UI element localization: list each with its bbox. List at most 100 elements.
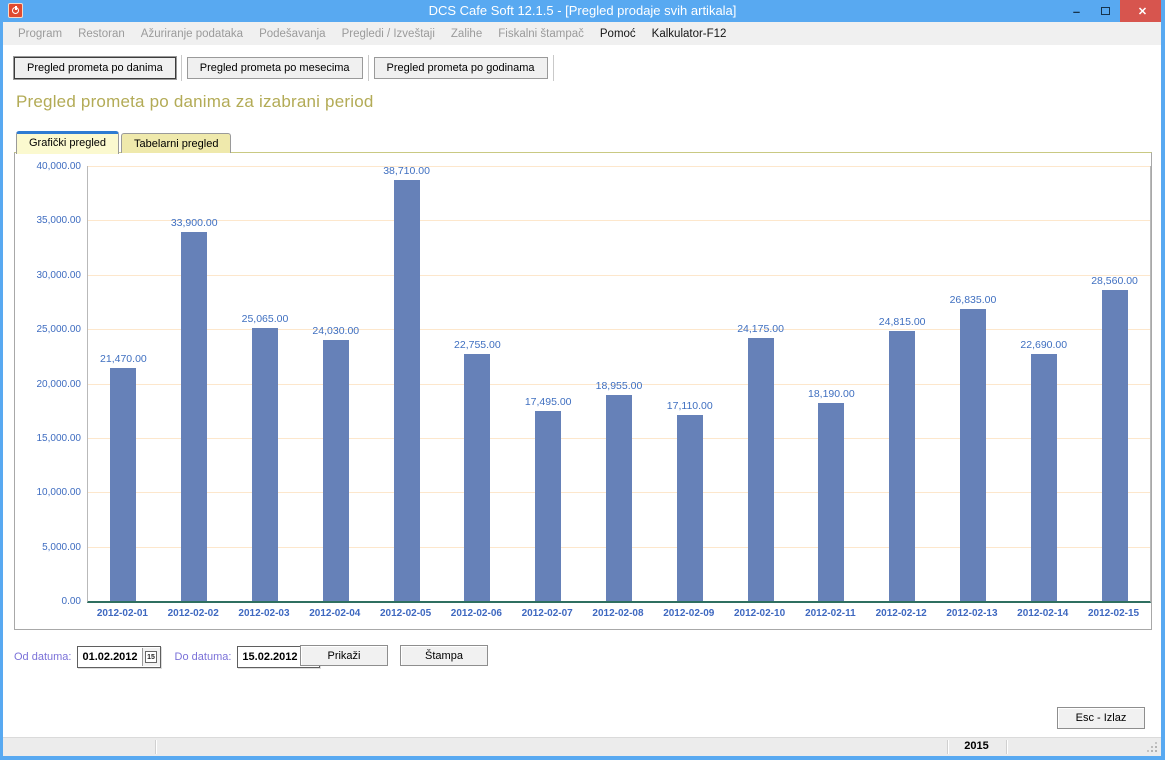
bar-value-label: 33,900.00: [171, 217, 218, 229]
chart-bar: [818, 403, 844, 601]
chart-bar-cell: 17,495.00: [513, 166, 584, 601]
y-axis-tick-label: 15,000.00: [15, 433, 81, 444]
y-axis-tick-label: 0.00: [15, 596, 81, 607]
report-toolbar: Pregled prometa po danima Pregled prometa…: [14, 55, 559, 81]
chart-bar: [1031, 354, 1057, 601]
x-axis-tick-label: 2012-02-12: [866, 608, 937, 619]
menu-item-zalihe: Zalihe: [443, 28, 490, 40]
chart-plot-area: 21,470.00 33,900.00 25,065.00 24,030.00 38,7…: [87, 166, 1151, 603]
chart-bar-cell: 38,710.00: [371, 166, 442, 601]
chart-bar-cell: 33,900.00: [159, 166, 230, 601]
bar-value-label: 17,110.00: [667, 400, 713, 412]
y-axis-tick-label: 25,000.00: [15, 324, 81, 335]
bar-value-label: 17,495.00: [525, 396, 572, 408]
page-title: Pregled prometa po danima za izabrani pe…: [16, 92, 374, 112]
x-axis: 2012-02-012012-02-022012-02-032012-02-04…: [87, 608, 1149, 619]
x-axis-tick-label: 2012-02-11: [795, 608, 866, 619]
menu-item-restoran: Restoran: [70, 28, 133, 40]
minimize-button[interactable]: –: [1062, 0, 1091, 26]
y-axis-tick-label: 30,000.00: [15, 270, 81, 281]
chart-bar: [535, 411, 561, 601]
bar-value-label: 25,065.00: [242, 313, 289, 325]
chart-bar: [252, 328, 278, 601]
chart-container: 40,000.0035,000.0030,000.0025,000.0020,0…: [14, 152, 1152, 630]
chart-bar: [181, 232, 207, 601]
chart-bar-cell: 24,815.00: [867, 166, 938, 601]
app-window: DCS Cafe Soft 12.1.5 - [Pregled prodaje …: [0, 0, 1165, 760]
chart-bar-cell: 24,175.00: [725, 166, 796, 601]
statusbar-divider: [1006, 740, 1007, 754]
to-date-value[interactable]: 15.02.2012: [238, 651, 301, 663]
chart-bar: [110, 368, 136, 601]
toolbar-separator: [368, 55, 369, 81]
bar-value-label: 22,690.00: [1020, 339, 1067, 351]
bar-value-label: 22,755.00: [454, 339, 501, 351]
menu-bar: ProgramRestoranAžuriranje podatakaPodeša…: [0, 22, 1165, 45]
bar-value-label: 28,560.00: [1091, 275, 1138, 287]
status-bar: 2015: [0, 737, 1165, 756]
bar-value-label: 24,030.00: [312, 325, 359, 337]
toolbar-button-pregled-prometa-po-mesecima[interactable]: Pregled prometa po mesecima: [187, 57, 363, 79]
window-border: [0, 756, 1165, 760]
toolbar-button-pregled-prometa-po-godinama[interactable]: Pregled prometa po godinama: [374, 57, 548, 79]
chart-bar: [960, 309, 986, 601]
bar-value-label: 21,470.00: [100, 353, 147, 365]
titlebar: DCS Cafe Soft 12.1.5 - [Pregled prodaje …: [0, 0, 1165, 22]
x-axis-tick-label: 2012-02-13: [937, 608, 1008, 619]
x-axis-tick-label: 2012-02-15: [1078, 608, 1149, 619]
x-axis-tick-label: 2012-02-03: [229, 608, 300, 619]
show-button[interactable]: Prikaži: [300, 645, 388, 666]
chart-bar-cell: 24,030.00: [300, 166, 371, 601]
bar-value-label: 26,835.00: [950, 294, 997, 306]
bar-value-label: 18,190.00: [808, 388, 855, 400]
maximize-button[interactable]: [1091, 0, 1120, 22]
date-filter-controls: Od datuma: 01.02.2012 15 Do datuma: 15.0…: [14, 645, 1151, 668]
x-axis-tick-label: 2012-02-08: [583, 608, 654, 619]
bar-series: 21,470.00 33,900.00 25,065.00 24,030.00 38,7…: [88, 166, 1150, 601]
chart-bar: [748, 338, 774, 601]
menu-item-pomo[interactable]: Pomoć: [592, 28, 644, 40]
chart-bar-cell: 22,690.00: [1008, 166, 1079, 601]
from-date-label: Od datuma:: [14, 651, 71, 663]
toolbar-separator: [553, 55, 554, 81]
x-axis-tick-label: 2012-02-07: [512, 608, 583, 619]
window-controls: – ✕: [1062, 0, 1165, 22]
menu-item-kalkulator-f12[interactable]: Kalkulator-F12: [644, 28, 735, 40]
tab-tabelarni-pregled[interactable]: Tabelarni pregled: [121, 133, 231, 153]
x-axis-tick-label: 2012-02-09: [653, 608, 724, 619]
view-tabstrip: Grafički pregledTabelarni pregled: [16, 130, 233, 153]
y-axis-tick-label: 35,000.00: [15, 215, 81, 226]
close-button[interactable]: ✕: [1120, 0, 1165, 22]
window-border: [0, 0, 3, 760]
x-axis-tick-label: 2012-02-05: [370, 608, 441, 619]
chart-bar: [394, 180, 420, 601]
menu-item-pregledi-izve-taji: Pregledi / Izveštaji: [334, 28, 443, 40]
to-date-label: Do datuma:: [175, 651, 232, 663]
toolbar-button-pregled-prometa-po-danima[interactable]: Pregled prometa po danima: [14, 57, 176, 79]
x-axis-tick-label: 2012-02-04: [299, 608, 370, 619]
exit-button[interactable]: Esc - Izlaz: [1057, 707, 1145, 729]
bar-value-label: 24,815.00: [879, 316, 926, 328]
chart-bar-cell: 18,190.00: [796, 166, 867, 601]
menu-item-pode-avanja: Podešavanja: [251, 28, 334, 40]
maximize-icon: [1101, 7, 1110, 15]
from-date-field[interactable]: 01.02.2012 15: [77, 646, 160, 668]
y-axis-tick-label: 10,000.00: [15, 487, 81, 498]
tab-grafi-ki-pregled[interactable]: Grafički pregled: [16, 131, 119, 154]
toolbar-separator: [181, 55, 182, 81]
chart-bar-cell: 21,470.00: [88, 166, 159, 601]
x-axis-tick-label: 2012-02-10: [724, 608, 795, 619]
window-title: DCS Cafe Soft 12.1.5 - [Pregled prodaje …: [0, 0, 1165, 22]
chart-bar-cell: 18,955.00: [584, 166, 655, 601]
chart-bar-cell: 26,835.00: [938, 166, 1009, 601]
chart-bar: [1102, 290, 1128, 601]
resize-grip-icon[interactable]: [1147, 742, 1157, 752]
print-button[interactable]: Štampa: [400, 645, 488, 666]
status-year: 2015: [948, 740, 1005, 752]
from-date-calendar-button[interactable]: 15: [142, 648, 160, 666]
x-axis-tick-label: 2012-02-01: [87, 608, 158, 619]
bar-value-label: 18,955.00: [596, 380, 643, 392]
menu-item-program: Program: [10, 28, 70, 40]
from-date-value[interactable]: 01.02.2012: [78, 651, 141, 663]
y-axis: 40,000.0035,000.0030,000.0025,000.0020,0…: [15, 166, 81, 601]
